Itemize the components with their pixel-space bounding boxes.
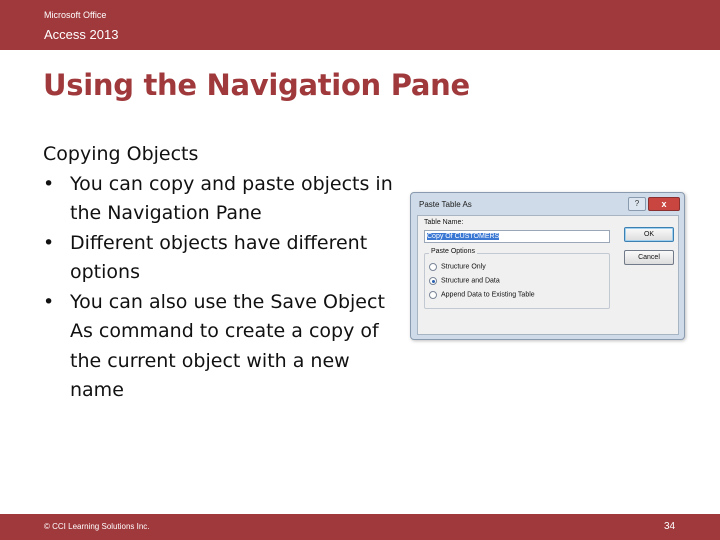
option-label: Structure Only bbox=[441, 263, 486, 271]
bullet-item: • You can copy and paste objects in the … bbox=[43, 170, 403, 229]
option-structure-only[interactable]: Structure Only bbox=[429, 263, 486, 274]
bullet-text: Different objects have different options bbox=[70, 231, 368, 284]
option-label: Structure and Data bbox=[441, 277, 500, 285]
page-number: 34 bbox=[664, 521, 676, 532]
bullet-marker: • bbox=[43, 231, 55, 254]
bullet-text: You can copy and paste objects in the Na… bbox=[70, 172, 393, 225]
bullet-item: • You can also use the Save Object As co… bbox=[43, 288, 403, 406]
bullet-text: You can also use the Save Object As comm… bbox=[70, 290, 385, 402]
paste-options-label: Paste Options bbox=[429, 248, 477, 255]
footer-bar: © CCI Learning Solutions Inc. 34 bbox=[0, 514, 720, 540]
option-structure-and-data[interactable]: Structure and Data bbox=[429, 277, 500, 288]
help-button[interactable]: ? bbox=[628, 197, 646, 211]
dialog-title: Paste Table As bbox=[419, 200, 472, 209]
bullet-item: • Different objects have different optio… bbox=[43, 229, 403, 288]
ok-button[interactable]: OK bbox=[624, 227, 674, 242]
slide-title: Using the Navigation Pane bbox=[43, 68, 470, 102]
dialog-body: Table Name: Copy Of CUSTOMERS Paste Opti… bbox=[417, 215, 679, 335]
radio-button[interactable] bbox=[429, 263, 437, 271]
brand-name: Microsoft Office bbox=[44, 10, 107, 20]
copyright-text: © CCI Learning Solutions Inc. bbox=[44, 522, 150, 531]
paste-options-group: Paste Options Structure Only Structure a… bbox=[424, 248, 610, 309]
option-label: Append Data to Existing Table bbox=[441, 291, 535, 299]
cancel-button[interactable]: Cancel bbox=[624, 250, 674, 265]
bullet-marker: • bbox=[43, 172, 55, 195]
paste-table-as-dialog: Paste Table As ? x Table Name: Copy Of C… bbox=[410, 192, 685, 340]
product-name: Access 2013 bbox=[44, 27, 119, 42]
radio-button-checked[interactable] bbox=[429, 277, 437, 285]
table-name-input[interactable]: Copy Of CUSTOMERS bbox=[424, 230, 610, 243]
table-name-value: Copy Of CUSTOMERS bbox=[427, 233, 500, 240]
table-name-label: Table Name: bbox=[424, 219, 464, 226]
header-bar: Microsoft Office Access 2013 bbox=[0, 0, 720, 50]
option-append-data[interactable]: Append Data to Existing Table bbox=[429, 291, 535, 302]
slide-body: Copying Objects • You can copy and paste… bbox=[43, 140, 403, 406]
radio-button[interactable] bbox=[429, 291, 437, 299]
section-heading: Copying Objects bbox=[43, 143, 199, 165]
bullet-marker: • bbox=[43, 290, 55, 313]
close-button[interactable]: x bbox=[648, 197, 680, 211]
